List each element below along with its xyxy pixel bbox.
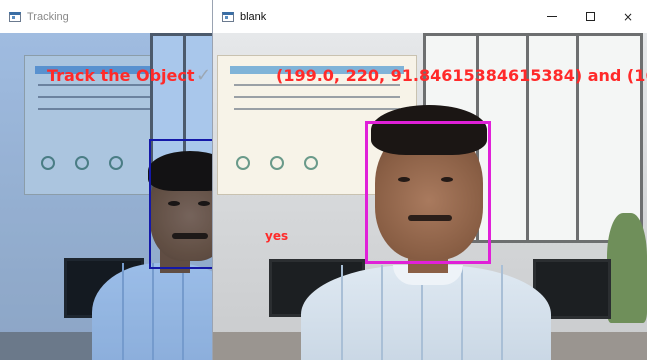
tracking-video-frame: Track the Object ✓ — [0, 33, 221, 360]
minimize-button[interactable] — [533, 0, 571, 33]
blank-video-frame: (199.0, 220, 91.84615384615384) and (165… — [213, 33, 647, 360]
tracking-titlebar[interactable]: Tracking — [0, 0, 221, 33]
minimize-icon — [547, 16, 557, 17]
close-icon: × — [622, 9, 634, 24]
coordinates-readout: (199.0, 220, 91.84615384615384) and (165… — [276, 66, 647, 85]
blank-window-title: blank — [240, 10, 267, 23]
tracking-bounding-box — [149, 139, 221, 269]
track-object-label: Track the Object — [47, 66, 195, 85]
face-bounding-box — [365, 121, 491, 264]
tracking-window-title: Tracking — [27, 10, 69, 23]
blank-window[interactable]: blank × (199.0, 220, 91.84615384615384) … — [213, 0, 647, 360]
app-window-icon — [222, 11, 234, 22]
blank-titlebar[interactable]: blank × — [213, 0, 647, 33]
app-window-icon — [9, 11, 21, 22]
status-label: yes — [265, 229, 289, 243]
check-icon: ✓ — [196, 65, 212, 86]
window-controls: × — [533, 0, 647, 33]
maximize-icon — [585, 12, 595, 21]
close-button[interactable]: × — [609, 0, 647, 33]
tracking-window[interactable]: Tracking Track the Object ✓ — [0, 0, 221, 360]
maximize-button[interactable] — [571, 0, 609, 33]
